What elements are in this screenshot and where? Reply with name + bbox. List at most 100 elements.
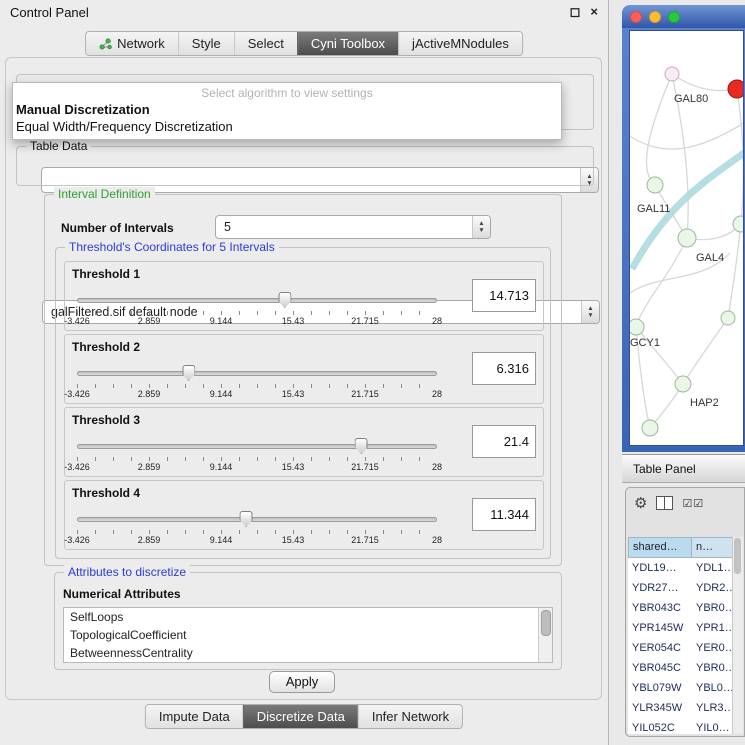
close-window-icon[interactable]: ×: [590, 4, 598, 20]
threshold-4-value-field[interactable]: 11.344: [472, 498, 536, 531]
attributes-list-scrollbar[interactable]: [538, 608, 552, 662]
zoom-traffic-light[interactable]: [668, 11, 680, 23]
table-cell[interactable]: YDR2…: [692, 578, 733, 598]
tab-impute-data[interactable]: Impute Data: [146, 705, 243, 728]
tab-select-label: Select: [248, 36, 284, 51]
table-cell[interactable]: YBL0…: [692, 678, 733, 698]
slider-track[interactable]: [77, 517, 437, 522]
tick-label: 28: [432, 389, 442, 399]
table-row[interactable]: YBR045CYBR0…: [628, 658, 733, 678]
table-cell[interactable]: YPR145W: [628, 618, 692, 638]
table-cell[interactable]: YBR043C: [628, 598, 692, 618]
slider-track[interactable]: [77, 298, 437, 303]
table-cell[interactable]: YER054C: [628, 638, 692, 658]
tick-label: 21.715: [351, 316, 379, 326]
tab-discretize-data[interactable]: Discretize Data: [243, 705, 358, 728]
tab-cyni-toolbox[interactable]: Cyni Toolbox: [297, 32, 398, 55]
float-window-icon[interactable]: ◻: [570, 4, 581, 20]
slider-thumb[interactable]: [355, 438, 368, 454]
slider-thumb[interactable]: [278, 292, 291, 308]
minimize-traffic-light[interactable]: [649, 11, 661, 23]
table-row[interactable]: YDL19…YDL1…: [628, 558, 733, 578]
scrollbar-thumb[interactable]: [541, 610, 551, 636]
tab-infer-network-label: Infer Network: [372, 709, 449, 724]
columns-icon[interactable]: [656, 496, 673, 510]
column-header-name[interactable]: n…: [692, 537, 733, 558]
table-scrollbar[interactable]: [732, 537, 743, 734]
table-cell[interactable]: YDR27…: [628, 578, 692, 598]
table-cell[interactable]: YBR0…: [692, 598, 733, 618]
table-row[interactable]: YIL052CYIL0…: [628, 718, 733, 734]
threshold-1-block: Threshold 1 -3.426 2.859 9.144 15.43 21.…: [64, 261, 544, 331]
table-cell[interactable]: YIL0…: [692, 718, 733, 734]
table-toolbar: ⚙ ☑☑: [626, 488, 744, 518]
number-of-intervals-combobox[interactable]: 5 ▲ ▼: [215, 215, 491, 239]
checkbox-icons[interactable]: ☑☑: [682, 497, 704, 510]
tick-label: 9.144: [210, 462, 233, 472]
network-node[interactable]: [678, 229, 696, 247]
node-label: GAL80: [674, 93, 708, 105]
table-row[interactable]: YER054CYER0…: [628, 638, 733, 658]
scrollbar-thumb[interactable]: [734, 538, 741, 574]
column-header-shared-name[interactable]: shared…: [628, 537, 692, 558]
table-cell[interactable]: YDL1…: [692, 558, 733, 578]
tab-infer-network[interactable]: Infer Network: [358, 705, 462, 728]
combo-stepper-icon[interactable]: ▲ ▼: [581, 301, 599, 323]
threshold-2-value-field[interactable]: 6.316: [472, 352, 536, 385]
threshold-1-slider: -3.426 2.859 9.144 15.43 21.715 28: [77, 292, 437, 326]
tab-jactivemnodules[interactable]: jActiveMNodules: [398, 32, 522, 55]
table-row[interactable]: YDR27…YDR2…: [628, 578, 733, 598]
tab-style[interactable]: Style: [178, 32, 234, 55]
list-item[interactable]: SelfLoops: [64, 608, 552, 626]
table-cell[interactable]: YER0…: [692, 638, 733, 658]
slider-tick-labels: -3.426 2.859 9.144 15.43 21.715 28: [77, 535, 437, 545]
threshold-4-label: Threshold 4: [72, 486, 140, 500]
control-panel-titlebar: Control Panel ◻ ×: [0, 0, 608, 24]
table-cell[interactable]: YBL079W: [628, 678, 692, 698]
slider-track[interactable]: [77, 371, 437, 376]
table-cell[interactable]: YDL19…: [628, 558, 692, 578]
arrow-up-icon: ▲: [587, 305, 593, 312]
tab-network[interactable]: Network: [86, 32, 178, 55]
threshold-3-value-field[interactable]: 21.4: [472, 425, 536, 458]
table-row[interactable]: YLR345WYLR3…: [628, 698, 733, 718]
network-canvas[interactable]: GAL80 GAL11 GAL4 GCY1 HAP2: [629, 30, 744, 446]
network-node[interactable]: [721, 311, 735, 325]
apply-button[interactable]: Apply: [269, 671, 335, 693]
control-panel-window: Control Panel ◻ × Network Style Select C…: [0, 0, 609, 745]
close-traffic-light[interactable]: [630, 11, 642, 23]
slider-ticks: [77, 311, 437, 315]
table-cell[interactable]: YIL052C: [628, 718, 692, 734]
table-row[interactable]: YBL079WYBL0…: [628, 678, 733, 698]
table-cell[interactable]: YBR045C: [628, 658, 692, 678]
slider-track[interactable]: [77, 444, 437, 449]
slider-thumb[interactable]: [240, 511, 253, 527]
threshold-1-value-field[interactable]: 14.713: [472, 279, 536, 312]
gear-icon[interactable]: ⚙: [634, 494, 647, 512]
network-node[interactable]: [630, 319, 644, 335]
slider-thumb[interactable]: [182, 365, 195, 381]
attributes-list: SelfLoops TopologicalCoefficient Between…: [63, 607, 553, 663]
table-cell[interactable]: YLR3…: [692, 698, 733, 718]
dropdown-option-equal-width[interactable]: Equal Width/Frequency Discretization: [13, 118, 561, 135]
table-cell[interactable]: YPR1…: [692, 618, 733, 638]
combo-stepper-icon[interactable]: ▲ ▼: [472, 216, 490, 238]
network-node[interactable]: [733, 216, 744, 232]
network-node[interactable]: [642, 420, 658, 436]
network-node-selected[interactable]: [728, 80, 744, 98]
table-cell[interactable]: YLR345W: [628, 698, 692, 718]
table-cell[interactable]: YBR0…: [692, 658, 733, 678]
tick-label: -3.426: [64, 316, 90, 326]
list-item[interactable]: TopologicalCoefficient: [64, 626, 552, 644]
network-node[interactable]: [665, 67, 679, 81]
list-item[interactable]: BetweennessCentrality: [64, 644, 552, 662]
dropdown-option-manual-discretization[interactable]: Manual Discretization: [13, 101, 561, 118]
tab-select[interactable]: Select: [234, 32, 297, 55]
screen: Control Panel ◻ × Network Style Select C…: [0, 0, 745, 745]
arrow-down-icon: ▼: [587, 312, 593, 319]
network-node[interactable]: [647, 177, 663, 193]
attributes-group: Attributes to discretize Numerical Attri…: [54, 572, 562, 670]
table-row[interactable]: YBR043CYBR0…: [628, 598, 733, 618]
table-row[interactable]: YPR145WYPR1…: [628, 618, 733, 638]
network-node[interactable]: [675, 376, 691, 392]
